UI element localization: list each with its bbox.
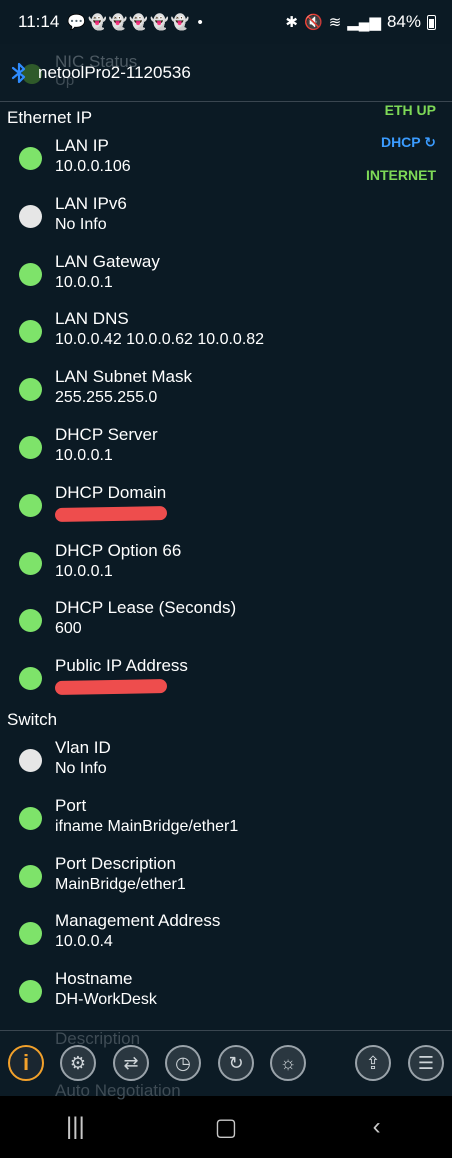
list-item[interactable]: Port Description MainBridge/ether1: [0, 848, 452, 904]
list-item[interactable]: LAN DNS 10.0.0.42 10.0.0.62 10.0.0.82: [0, 303, 452, 359]
info-icon: i: [22, 1050, 30, 1075]
redaction-mark: [54, 505, 168, 522]
home-button[interactable]: ▢: [196, 1113, 256, 1142]
list-item[interactable]: LAN Gateway 10.0.0.1: [0, 246, 452, 302]
item-label: Port: [55, 795, 87, 815]
item-value: DH-WorkDesk: [55, 991, 157, 1009]
menu-button[interactable]: ☰: [408, 1045, 444, 1081]
list-item[interactable]: DHCP Domain: [0, 477, 452, 533]
device-header[interactable]: NIC Status Up netoolPro2-1120536: [0, 44, 452, 102]
results-list[interactable]: ETH UP DHCP ↻ INTERNET Ethernet IP LAN I…: [0, 102, 452, 1030]
item-label: Management Address: [55, 911, 221, 931]
status-dot: [19, 806, 42, 830]
item-label: Port Description: [55, 853, 176, 873]
status-dot: [19, 147, 42, 170]
mute-icon: 🔇: [304, 14, 323, 31]
item-label: DHCP Server: [55, 425, 158, 444]
recents-button[interactable]: |||: [45, 1113, 105, 1141]
item-label: DHCP Domain: [55, 482, 167, 502]
ghost-row-label: Auto Negotiation: [55, 1081, 181, 1100]
status-icons: ✱ 🔇 ≋ ▂▄▆ 84%: [285, 12, 436, 32]
status-dot: [19, 204, 42, 228]
status-dot: [19, 864, 42, 888]
section-switch: Switch: [7, 710, 58, 729]
item-value: 10.0.0.106: [55, 158, 131, 175]
list-item[interactable]: Vlan ID No Info: [0, 732, 452, 788]
status-dot: [19, 922, 42, 946]
info-button[interactable]: i: [8, 1045, 44, 1081]
signal-icon: ▂▄▆: [347, 14, 381, 31]
item-label: DHCP Lease (Seconds): [55, 598, 237, 618]
status-dot: [19, 551, 42, 575]
status-dot: [19, 378, 42, 402]
item-label: LAN IPv6: [55, 193, 127, 213]
back-button[interactable]: ‹: [347, 1113, 407, 1141]
gear-icon: ⚙: [69, 1052, 87, 1073]
blink-button[interactable]: ☼: [270, 1045, 306, 1081]
item-value: 255.255.255.0: [55, 389, 158, 407]
list-item[interactable]: DHCP Option 66 10.0.0.1: [0, 535, 452, 591]
settings-button[interactable]: ⚙: [60, 1045, 96, 1081]
list-item[interactable]: LAN IPv6 No Info: [0, 188, 452, 244]
clock-icon: ◷: [175, 1052, 191, 1073]
share-button[interactable]: ⇪: [355, 1045, 391, 1081]
bluetooth-icon: ✱: [285, 14, 298, 31]
bottom-toolbar: Description Auto Negotiation i ⚙ ⇄ ◷ ↻ ☼…: [0, 1029, 452, 1100]
list-item[interactable]: DHCP Lease (Seconds) 600: [0, 592, 452, 648]
list-item[interactable]: LAN Subnet Mask 255.255.255.0: [0, 361, 452, 417]
transfer-button[interactable]: ⇄: [113, 1045, 149, 1081]
history-button[interactable]: ◷: [165, 1045, 201, 1081]
status-dot: [19, 436, 42, 459]
status-dot: [19, 262, 42, 286]
status-dot: [19, 980, 42, 1004]
item-label: LAN Subnet Mask: [55, 367, 193, 387]
system-status-bar: 11:14 💬👻👻👻👻👻 • ✱ 🔇 ≋ ▂▄▆ 84%: [0, 0, 452, 44]
item-value: 600: [55, 620, 82, 638]
status-dot: [19, 609, 42, 633]
item-label: Public IP Address: [55, 656, 188, 676]
item-value: No Info: [55, 760, 107, 777]
status-dot: [19, 493, 42, 517]
share-icon: ⇪: [365, 1052, 381, 1073]
list-item[interactable]: Port ifname MainBridge/ether1: [0, 790, 452, 846]
battery-icon: [427, 14, 436, 30]
item-label: DHCP Option 66: [55, 540, 182, 560]
list-icon: ☰: [417, 1052, 435, 1073]
notification-icons: 💬👻👻👻👻👻 •: [67, 14, 205, 31]
battery-percent: 84%: [386, 12, 421, 31]
item-value: MainBridge/ether1: [55, 875, 186, 893]
item-value: No Info: [55, 215, 107, 233]
status-dot: [19, 667, 42, 691]
item-label: Vlan ID: [55, 738, 111, 757]
list-item[interactable]: Management Address 10.0.0.4: [0, 905, 452, 961]
list-item[interactable]: Public IP Address: [0, 650, 452, 706]
list-item[interactable]: LAN IP 10.0.0.106: [0, 130, 452, 186]
clock: 11:14: [18, 12, 60, 31]
eth-status-indicator: ETH UP: [384, 102, 436, 118]
status-dot: [19, 320, 42, 344]
item-label: Hostname: [55, 969, 133, 989]
wifi-icon: ≋: [328, 14, 342, 31]
item-value: 10.0.0.1: [55, 273, 113, 291]
refresh-icon: ↻: [228, 1052, 244, 1073]
item-label: LAN IP: [55, 136, 109, 155]
redaction-mark: [54, 679, 168, 696]
item-value: 10.0.0.1: [55, 562, 113, 580]
item-value: 10.0.0.42 10.0.0.62 10.0.0.82: [55, 331, 265, 349]
status-dot: [19, 749, 42, 772]
item-value: 10.0.0.4: [55, 933, 113, 951]
swap-arrows-icon: ⇄: [123, 1052, 139, 1073]
list-item[interactable]: DHCP Server 10.0.0.1: [0, 419, 452, 475]
item-label: LAN DNS: [55, 309, 129, 329]
refresh-button[interactable]: ↻: [218, 1045, 254, 1081]
sun-icon: ☼: [279, 1052, 297, 1073]
section-ethernet-ip: Ethernet IP: [7, 108, 93, 127]
item-value: 10.0.0.1: [55, 447, 113, 464]
device-name: netoolPro2-1120536: [38, 62, 191, 82]
item-value: ifname MainBridge/ether1: [55, 817, 239, 835]
item-label: LAN Gateway: [55, 251, 160, 271]
bluetooth-icon: [11, 62, 26, 83]
list-item[interactable]: Hostname DH-WorkDesk: [0, 963, 452, 1019]
system-nav-bar: ||| ▢ ‹: [0, 1096, 452, 1158]
